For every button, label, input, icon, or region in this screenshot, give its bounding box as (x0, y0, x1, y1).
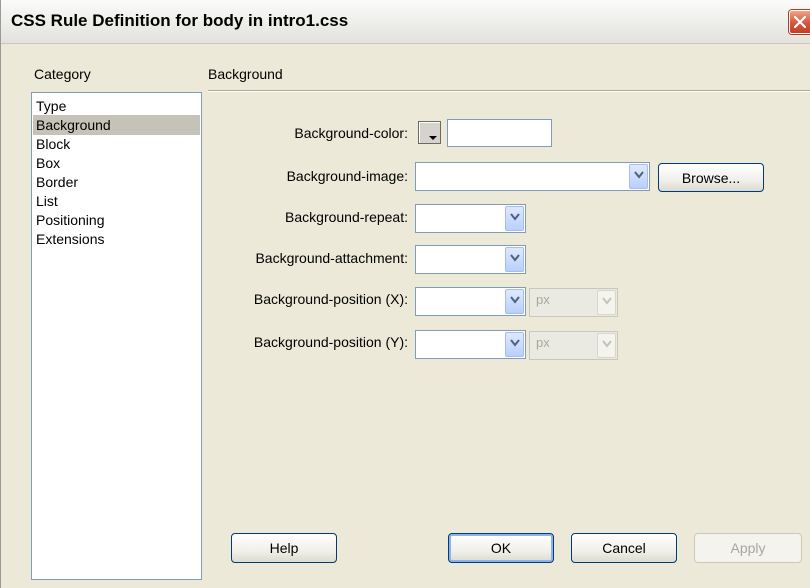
category-item-box[interactable]: Box (33, 153, 200, 173)
bg-repeat-label: Background-repeat: (285, 209, 408, 225)
chevron-down-icon[interactable] (505, 247, 524, 272)
section-divider (208, 90, 810, 92)
bg-image-label: Background-image: (286, 168, 408, 184)
bg-attachment-select[interactable] (415, 245, 526, 274)
window-title: CSS Rule Definition for body in intro1.c… (11, 11, 349, 30)
bg-position-y-unit: px (536, 335, 550, 350)
close-button[interactable] (789, 10, 810, 34)
bg-position-x-unit-select: px (529, 288, 618, 317)
bg-position-y-unit-select: px (529, 331, 618, 360)
category-label: Category (34, 66, 91, 82)
bg-color-picker[interactable] (418, 121, 441, 144)
bg-attachment-label: Background-attachment: (255, 250, 408, 266)
bg-position-x-select[interactable] (415, 287, 526, 316)
chevron-down-icon[interactable] (505, 289, 524, 314)
apply-button: Apply (694, 533, 802, 563)
category-item-border[interactable]: Border (33, 172, 200, 192)
bg-color-input[interactable] (447, 119, 552, 147)
category-item-positioning[interactable]: Positioning (33, 210, 200, 230)
css-rule-dialog: CSS Rule Definition for body in intro1.c… (0, 0, 810, 588)
chevron-down-icon[interactable] (629, 164, 648, 189)
chevron-down-icon[interactable] (505, 332, 524, 357)
bg-position-y-label: Background-position (Y): (253, 334, 408, 350)
bg-position-y-select[interactable] (415, 330, 526, 359)
ok-button[interactable]: OK (448, 533, 554, 563)
title-bar[interactable]: CSS Rule Definition for body in intro1.c… (1, 0, 810, 44)
bg-color-label: Background-color: (294, 125, 408, 141)
chevron-down-icon (597, 333, 616, 358)
category-item-list[interactable]: List (33, 191, 200, 211)
cancel-button[interactable]: Cancel (571, 533, 677, 563)
bg-position-x-unit: px (536, 292, 550, 307)
chevron-down-icon[interactable] (505, 206, 524, 231)
category-item-background[interactable]: Background (33, 115, 200, 135)
category-item-extensions[interactable]: Extensions (33, 229, 200, 249)
bg-repeat-select[interactable] (415, 204, 526, 233)
bg-image-combo[interactable] (415, 162, 650, 191)
chevron-down-icon (597, 290, 616, 315)
category-item-type[interactable]: Type (33, 96, 200, 116)
browse-button[interactable]: Browse... (658, 163, 764, 192)
color-picker-arrow-icon (429, 136, 437, 140)
bg-position-x-label: Background-position (X): (253, 291, 408, 307)
category-item-block[interactable]: Block (33, 134, 200, 154)
section-title: Background (208, 66, 283, 82)
help-button[interactable]: Help (231, 533, 337, 563)
category-list[interactable]: Type Background Block Box Border List Po… (31, 92, 202, 580)
